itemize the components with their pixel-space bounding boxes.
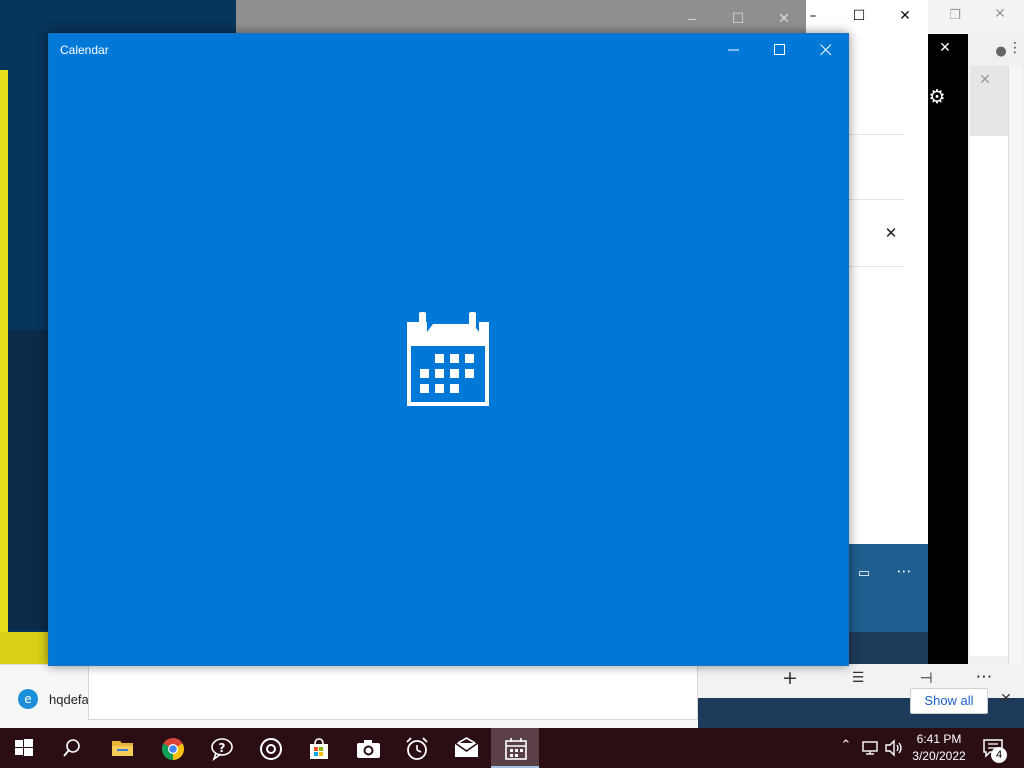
music-disc-icon xyxy=(260,738,282,760)
start-button[interactable] xyxy=(0,728,48,768)
divider xyxy=(848,199,904,200)
close-icon[interactable]: ✕ xyxy=(897,8,913,24)
help-chat-icon: ? xyxy=(211,738,233,761)
minimize-button[interactable] xyxy=(711,34,757,66)
close-icon[interactable]: ✕ xyxy=(976,72,994,88)
close-icon xyxy=(820,44,832,56)
network-icon[interactable] xyxy=(862,740,880,756)
taskbar-chrome[interactable] xyxy=(148,728,196,768)
window-title: Calendar xyxy=(60,43,109,57)
store-bag-icon xyxy=(310,738,328,759)
windows-logo-icon xyxy=(15,739,33,756)
divider xyxy=(848,266,904,267)
add-icon[interactable]: + xyxy=(780,667,800,689)
background-window-far-titlebar[interactable]: ❐ ✕ xyxy=(928,0,1024,34)
chrome-icon xyxy=(162,738,184,760)
restore-icon[interactable]: ❐ xyxy=(948,8,962,23)
background-window-white-body xyxy=(848,34,930,544)
minimize-icon[interactable]: – xyxy=(806,8,820,24)
taskbar-get-help[interactable]: ? xyxy=(197,728,245,768)
taskbar-camera[interactable] xyxy=(343,728,391,768)
maximize-icon[interactable]: ☐ xyxy=(730,10,746,26)
volume-icon[interactable] xyxy=(884,739,904,757)
taskbar-mail[interactable] xyxy=(441,728,489,768)
show-all-button[interactable]: Show all xyxy=(910,688,988,714)
maximize-button[interactable] xyxy=(757,34,803,66)
picture-in-picture-icon[interactable]: ▭ xyxy=(854,566,874,581)
background-window-yellow xyxy=(0,70,8,670)
chevron-up-icon[interactable]: ⌃ xyxy=(838,738,854,753)
close-icon[interactable]: ✕ xyxy=(776,10,792,26)
dismiss-icon[interactable]: ✕ xyxy=(882,224,900,242)
calendar-splash-icon xyxy=(407,312,489,406)
background-panel-white xyxy=(970,136,1008,656)
clock-time[interactable]: 6:41 PM xyxy=(908,732,970,746)
taskbar-alarms[interactable] xyxy=(392,728,440,768)
minimize-icon xyxy=(728,49,739,51)
gear-icon[interactable]: ⚙ xyxy=(926,86,948,108)
more-icon[interactable]: ⋯ xyxy=(974,667,994,687)
background-window-white-titlebar[interactable]: – ☐ ✕ xyxy=(806,0,928,34)
alarm-clock-icon xyxy=(406,737,428,760)
background-media-panel: ▭ ⋯ xyxy=(848,544,928,632)
notification-count-badge: 4 xyxy=(991,747,1007,763)
download-item-name[interactable]: hqdefa xyxy=(49,692,89,707)
calendar-window[interactable]: Calendar xyxy=(48,33,849,666)
maximize-icon[interactable]: ☐ xyxy=(851,8,867,24)
edge-icon: e xyxy=(18,689,38,709)
list-icon[interactable]: ☰ xyxy=(848,670,868,686)
search-button[interactable] xyxy=(48,728,96,768)
svg-text:?: ? xyxy=(219,741,226,755)
close-icon[interactable]: ✕ xyxy=(998,691,1014,707)
taskbar-groove-music[interactable] xyxy=(246,728,294,768)
calendar-icon xyxy=(505,738,527,760)
scrollbar[interactable] xyxy=(1008,66,1022,666)
background-window-black: ✕ ⚙ xyxy=(928,34,968,664)
more-icon[interactable]: ⋮ xyxy=(1008,40,1022,56)
folder-icon xyxy=(112,741,133,756)
pin-icon[interactable]: ⊣ xyxy=(916,669,936,687)
close-icon[interactable]: ✕ xyxy=(992,6,1008,22)
close-button[interactable] xyxy=(803,34,849,66)
background-strip xyxy=(8,330,48,630)
background-window-grey-titlebar[interactable]: – ☐ ✕ xyxy=(236,0,808,34)
search-icon xyxy=(63,739,80,757)
taskbar-file-explorer[interactable] xyxy=(98,728,146,768)
maximize-icon xyxy=(774,44,785,55)
clock-date[interactable]: 3/20/2022 xyxy=(908,749,970,763)
close-icon[interactable]: ✕ xyxy=(936,40,954,56)
minimize-icon[interactable]: – xyxy=(684,10,700,26)
download-card xyxy=(88,664,698,720)
taskbar-calendar[interactable] xyxy=(491,728,539,768)
camera-icon xyxy=(357,740,380,758)
divider xyxy=(848,134,904,135)
mail-icon xyxy=(454,737,479,757)
taskbar-store[interactable] xyxy=(294,728,342,768)
more-icon[interactable]: ⋯ xyxy=(894,562,914,580)
taskbar: ? ⌃ 6:41 PM 3/20/2022 xyxy=(0,728,1024,768)
